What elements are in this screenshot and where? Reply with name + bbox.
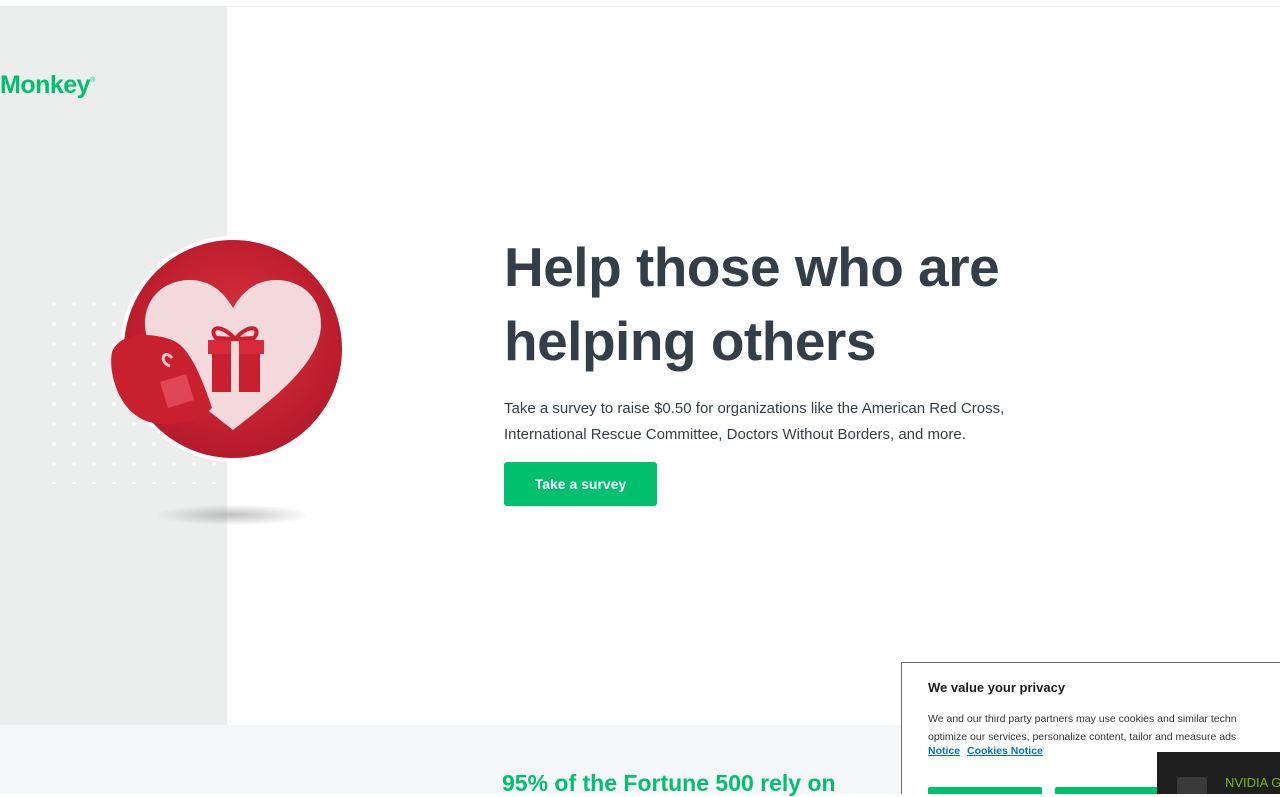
fortune-title: 95% of the Fortune 500 rely on — [502, 770, 836, 796]
gift-heart-icon — [111, 236, 346, 462]
illustration-shadow — [158, 505, 308, 525]
cookies-notice-link[interactable]: Cookies Notice — [967, 745, 1043, 757]
hero-description: Take a survey to raise $0.50 for organiz… — [504, 400, 1005, 443]
privacy-notice-link[interactable]: Notice — [928, 745, 960, 757]
cookie-banner-text: We and our third party partners may use … — [928, 710, 1280, 746]
top-border — [0, 0, 1280, 7]
cookie-links: Notice Cookies Notice — [928, 745, 1047, 757]
cookie-text-line-2: optimize our services, personalize conte… — [928, 731, 1237, 743]
nvidia-overlay[interactable]: NVIDIA G — [1157, 752, 1280, 794]
cookie-settings-button[interactable] — [1055, 787, 1169, 794]
logo-text: Monkey — [0, 71, 91, 99]
nvidia-overlay-text: NVIDIA G — [1225, 775, 1280, 790]
logo[interactable]: Monkey® — [0, 71, 95, 100]
logo-mark: ® — [90, 77, 95, 84]
take-survey-button[interactable]: Take a survey — [504, 462, 657, 506]
cookie-text-line-1: We and our third party partners may use … — [928, 713, 1237, 725]
cookie-accept-button[interactable] — [928, 787, 1042, 794]
cookie-banner-title: We value your privacy — [928, 680, 1066, 695]
hero-title: Help those who are helping others — [504, 236, 1000, 372]
nvidia-icon — [1177, 777, 1207, 794]
